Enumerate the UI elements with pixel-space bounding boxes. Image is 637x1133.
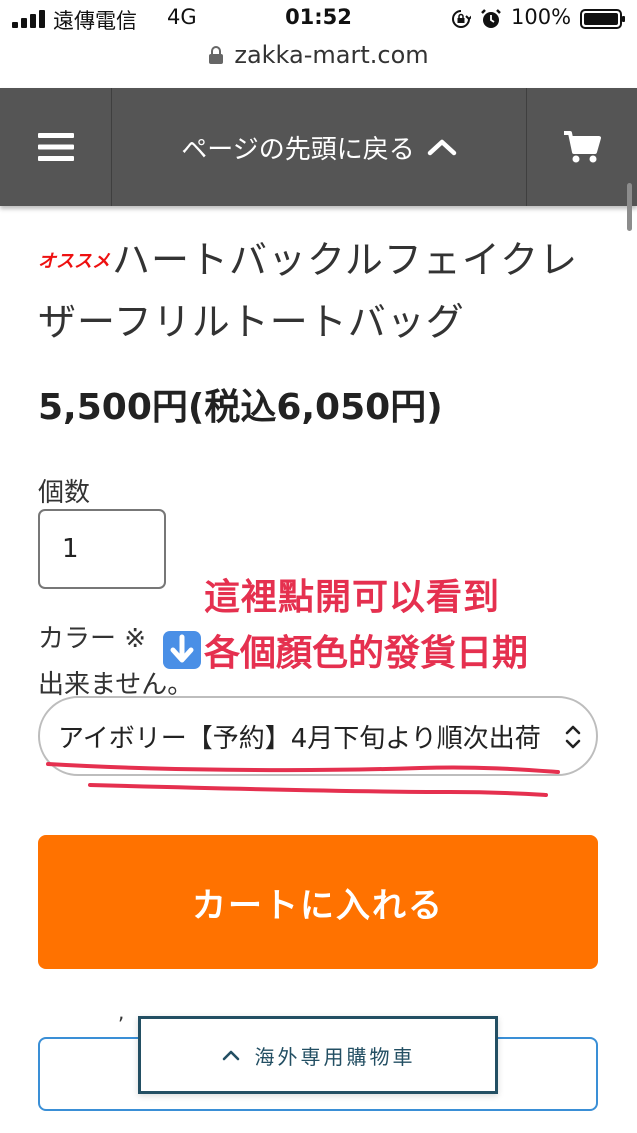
select-chevron-icon xyxy=(565,725,581,749)
carrier-name: 遠傳電信 xyxy=(53,9,137,33)
address-bar[interactable]: zakka-mart.com xyxy=(0,38,637,88)
overseas-cart-button[interactable]: 海外専用購物車 xyxy=(138,1016,498,1094)
annotation-underline xyxy=(46,762,560,797)
page-scrollbar[interactable] xyxy=(627,183,632,231)
hamburger-icon xyxy=(37,133,74,161)
color-select-value: アイボリー【予約】4月下旬より順次出荷 xyxy=(58,723,541,754)
product-title: オススメハートバックルフェイクレザーフリルトートバッグ xyxy=(38,230,598,353)
cart-icon xyxy=(564,131,601,163)
recommend-badge: オススメ xyxy=(38,251,110,272)
alarm-icon xyxy=(481,9,501,28)
back-to-top-label: ページの先頭に戻る xyxy=(181,134,415,165)
overseas-cart-label: 海外専用購物車 xyxy=(254,1044,416,1069)
quantity-label: 個数 xyxy=(38,478,91,508)
stray-comma: , xyxy=(118,1000,125,1024)
caret-up-icon xyxy=(222,1050,239,1061)
status-bar: 遠傳電信 4G 01:52 100% xyxy=(0,0,637,38)
rotation-lock-icon xyxy=(452,10,471,28)
battery-percent: 100% xyxy=(511,5,572,29)
cart-button[interactable] xyxy=(526,88,637,206)
annotation-line-2: 各個顏色的發貨日期 xyxy=(204,633,529,674)
page: 遠傳電信 4G 01:52 100% zakka-mart.com ページの先頭… xyxy=(0,0,637,1133)
down-arrow-icon xyxy=(163,631,201,669)
status-time: 01:52 xyxy=(285,5,352,29)
product-title-text: ハートバックルフェイクレザーフリルトートバッグ xyxy=(38,238,579,344)
product-price: 5,500円(税込6,050円) xyxy=(38,387,443,428)
annotation-line-1: 這裡點開可以看到 xyxy=(204,577,501,618)
url-text: zakka-mart.com xyxy=(234,41,429,69)
back-to-top-button[interactable]: ページの先頭に戻る xyxy=(112,88,526,206)
color-note-start: カラー ※ xyxy=(38,624,147,654)
chevron-up-icon xyxy=(427,139,456,156)
quantity-input[interactable]: 1 xyxy=(38,509,166,589)
site-nav-bar: ページの先頭に戻る xyxy=(0,88,637,206)
signal-icon xyxy=(12,10,48,28)
network-type: 4G xyxy=(167,5,197,29)
battery-icon xyxy=(580,9,625,29)
menu-button[interactable] xyxy=(0,88,112,206)
annotation-line-2-wrap: 各個顏色的發貨日期 xyxy=(162,624,529,676)
padlock-icon xyxy=(209,46,224,64)
add-to-cart-button[interactable]: カートに入れる xyxy=(38,835,598,969)
